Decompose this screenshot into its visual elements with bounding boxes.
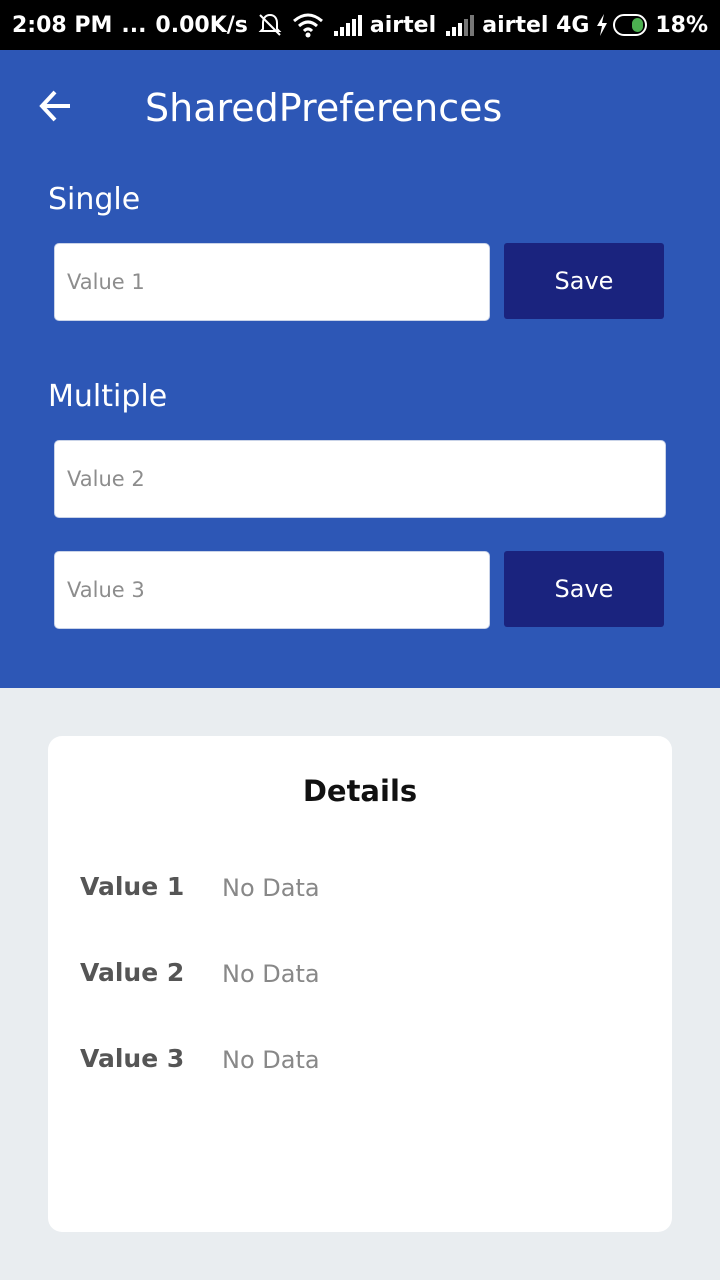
details-title: Details xyxy=(302,774,418,808)
save-single-button[interactable]: Save xyxy=(504,243,664,319)
battery-percent: 18% xyxy=(655,12,709,38)
status-bar: 2:08 PM ... 0.00K/s airtel airtel 4G 18% xyxy=(0,0,720,50)
detail-label-value1: Value 1 xyxy=(80,872,185,901)
network-speed: 0.00K/s xyxy=(155,12,248,38)
save-multiple-button[interactable]: Save xyxy=(504,551,664,627)
battery-icon xyxy=(612,14,648,36)
multiple-section-label: Multiple xyxy=(48,379,168,414)
detail-value-value3: No Data xyxy=(222,1046,320,1074)
detail-value-value1: No Data xyxy=(222,874,320,902)
value2-input[interactable] xyxy=(54,440,666,518)
signal-icon xyxy=(445,13,477,37)
value1-input[interactable] xyxy=(54,243,490,321)
back-button[interactable] xyxy=(28,80,84,136)
header-panel: SharedPreferences Single Save Multiple S… xyxy=(0,50,720,688)
page-title: SharedPreferences xyxy=(145,86,503,130)
detail-value-value2: No Data xyxy=(222,960,320,988)
single-section-label: Single xyxy=(48,182,141,217)
carrier-1: airtel xyxy=(369,12,437,38)
signal-icon xyxy=(333,13,365,37)
detail-label-value3: Value 3 xyxy=(80,1044,185,1073)
value3-input[interactable] xyxy=(54,551,490,629)
status-dots: ... xyxy=(121,12,147,38)
details-card: Details Value 1 No Data Value 2 No Data … xyxy=(48,736,672,1232)
detail-label-value2: Value 2 xyxy=(80,958,185,987)
status-time: 2:08 PM xyxy=(12,12,113,38)
notifications-off-icon xyxy=(257,12,283,38)
carrier-2: airtel 4G xyxy=(482,12,590,38)
wifi-icon xyxy=(292,12,324,38)
arrow-back-icon xyxy=(38,88,74,129)
charging-icon xyxy=(595,13,609,37)
